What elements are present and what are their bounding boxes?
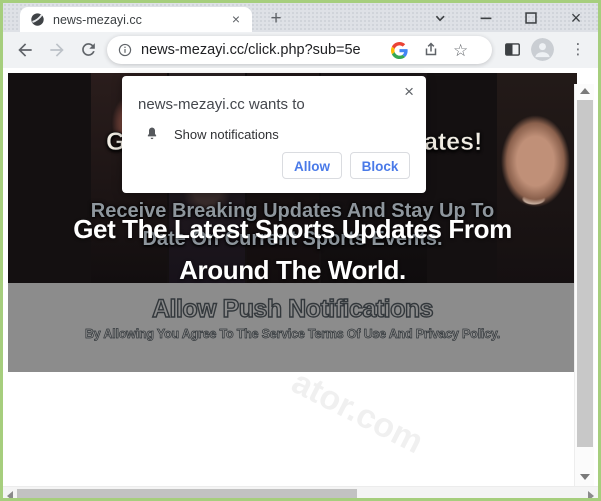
page-content: G lates! Receive Breaking Updates And St… bbox=[3, 68, 598, 498]
scroll-right-arrow-icon[interactable] bbox=[588, 491, 594, 501]
horizontal-scrollbar-thumb[interactable] bbox=[17, 489, 357, 499]
minimize-button[interactable] bbox=[473, 5, 499, 30]
horizontal-scrollbar[interactable] bbox=[3, 486, 598, 500]
url-text[interactable]: news-mezayi.cc/click.php?sub=5e bbox=[141, 42, 381, 58]
notification-permission-dialog: × news-mezayi.cc wants to Show notificat… bbox=[122, 76, 426, 193]
window-inner: news-mezayi.cc × + × bbox=[3, 3, 598, 498]
bell-icon bbox=[144, 126, 160, 142]
banner-subtitle: By Allowing You Agree To The Service Ter… bbox=[8, 327, 577, 341]
dialog-close-icon[interactable]: × bbox=[404, 83, 414, 101]
push-notification-banner: Allow Push Notifications By Allowing You… bbox=[8, 283, 577, 372]
scroll-up-arrow-icon[interactable] bbox=[580, 88, 590, 94]
reload-button[interactable] bbox=[79, 40, 99, 60]
forward-button[interactable] bbox=[47, 40, 67, 60]
allow-button[interactable]: Allow bbox=[282, 152, 342, 179]
side-panel-icon[interactable] bbox=[503, 40, 522, 64]
bookmark-star-icon[interactable]: ☆ bbox=[453, 42, 468, 59]
window-close-button[interactable]: × bbox=[563, 5, 589, 30]
page-info-icon[interactable] bbox=[117, 42, 133, 58]
share-icon[interactable] bbox=[422, 41, 440, 59]
headline-line2: Around The World. bbox=[3, 250, 582, 291]
watermark-fragment: ator.com bbox=[285, 363, 429, 462]
headline-line1: Get The Latest Sports Updates From bbox=[3, 209, 582, 250]
window-close-icon: × bbox=[571, 9, 582, 27]
google-g-icon[interactable] bbox=[391, 42, 408, 59]
maximize-button[interactable] bbox=[518, 5, 544, 30]
menu-dots-icon[interactable]: ⋮ bbox=[570, 39, 586, 60]
browser-tab[interactable]: news-mezayi.cc × bbox=[20, 7, 252, 32]
tab-strip: news-mezayi.cc × + × bbox=[3, 3, 598, 32]
scroll-down-arrow-icon[interactable] bbox=[580, 474, 590, 480]
page-headline: Get The Latest Sports Updates From Aroun… bbox=[3, 209, 582, 291]
back-button[interactable] bbox=[15, 40, 35, 60]
permission-row: Show notifications bbox=[144, 126, 410, 142]
address-bar[interactable]: news-mezayi.cc/click.php?sub=5e ☆ bbox=[107, 36, 492, 64]
banner-title: Allow Push Notifications bbox=[8, 295, 577, 324]
tab-close-icon[interactable]: × bbox=[228, 12, 244, 28]
site-favicon-globe-icon bbox=[30, 12, 45, 27]
tab-search-chevron-icon[interactable] bbox=[427, 5, 453, 30]
browser-toolbar: news-mezayi.cc/click.php?sub=5e ☆ bbox=[3, 32, 598, 68]
tab-title: news-mezayi.cc bbox=[53, 13, 228, 27]
baked-headline-fragment-right: lates! bbox=[417, 128, 482, 157]
scroll-left-arrow-icon[interactable] bbox=[7, 491, 13, 501]
dialog-buttons: Allow Block bbox=[282, 152, 410, 179]
avatar[interactable] bbox=[531, 38, 554, 61]
permission-label: Show notifications bbox=[174, 127, 279, 142]
new-tab-button[interactable]: + bbox=[265, 8, 287, 30]
browser-window: news-mezayi.cc × + × bbox=[0, 0, 601, 501]
dialog-title: news-mezayi.cc wants to bbox=[138, 96, 410, 113]
block-button[interactable]: Block bbox=[350, 152, 410, 179]
